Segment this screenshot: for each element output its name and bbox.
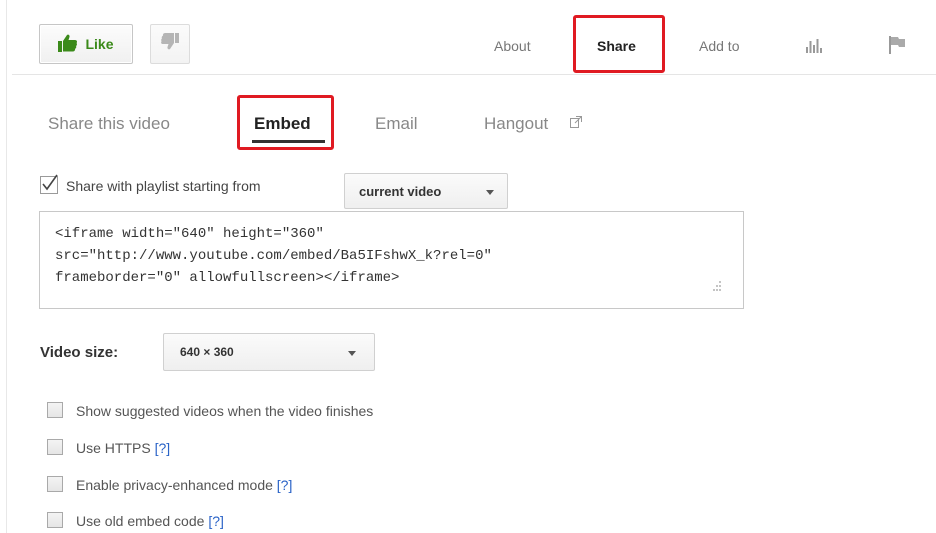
old-embed-code-checkbox[interactable]: [47, 512, 63, 528]
help-link[interactable]: [?]: [155, 440, 171, 456]
like-label: Like: [85, 36, 114, 52]
use-https-checkbox[interactable]: [47, 439, 63, 455]
video-size-value: 640 × 360: [180, 345, 234, 359]
help-link[interactable]: [?]: [277, 477, 293, 493]
suggested-videos-checkbox[interactable]: [47, 402, 63, 418]
chevron-down-icon: [348, 351, 356, 356]
privacy-mode-checkbox[interactable]: [47, 476, 63, 492]
privacy-mode-label: Enable privacy-enhanced mode [?]: [76, 477, 293, 493]
old-embed-code-label: Use old embed code [?]: [76, 513, 224, 529]
chevron-down-icon: [486, 190, 494, 195]
statistics-icon[interactable]: [806, 39, 822, 58]
video-size-label: Video size:: [40, 344, 119, 361]
share-tab-highlight: [573, 15, 665, 73]
tab-about[interactable]: About: [494, 38, 531, 54]
like-button[interactable]: Like: [39, 24, 133, 64]
checkmark-icon: [42, 174, 58, 191]
external-link-icon: [570, 115, 582, 133]
embed-code-textarea[interactable]: <iframe width="640" height="360" src="ht…: [39, 211, 744, 309]
embed-tab-highlight: [237, 95, 334, 150]
use-https-label: Use HTTPS [?]: [76, 440, 171, 456]
playlist-start-value: current video: [359, 183, 442, 199]
resize-grip-icon[interactable]: [710, 279, 722, 297]
dislike-button[interactable]: [150, 24, 190, 64]
tab-add-to[interactable]: Add to: [699, 38, 739, 54]
playlist-label: Share with playlist starting from: [66, 178, 261, 194]
thumbs-down-icon: [161, 33, 179, 55]
flag-icon[interactable]: [889, 36, 905, 59]
video-size-select[interactable]: 640 × 360: [163, 333, 375, 371]
help-link[interactable]: [?]: [208, 513, 224, 529]
playlist-checkbox[interactable]: [40, 174, 58, 194]
thumbs-up-icon: [58, 34, 78, 55]
tab-hangout[interactable]: Hangout: [484, 114, 548, 134]
action-bar: Like About Share Add to: [0, 0, 936, 80]
suggested-videos-label: Show suggested videos when the video fin…: [76, 403, 374, 419]
topbar-divider: [12, 74, 936, 75]
tab-share-this-video[interactable]: Share this video: [48, 114, 170, 134]
playlist-start-select[interactable]: current video: [344, 173, 508, 209]
tab-email[interactable]: Email: [375, 114, 418, 134]
